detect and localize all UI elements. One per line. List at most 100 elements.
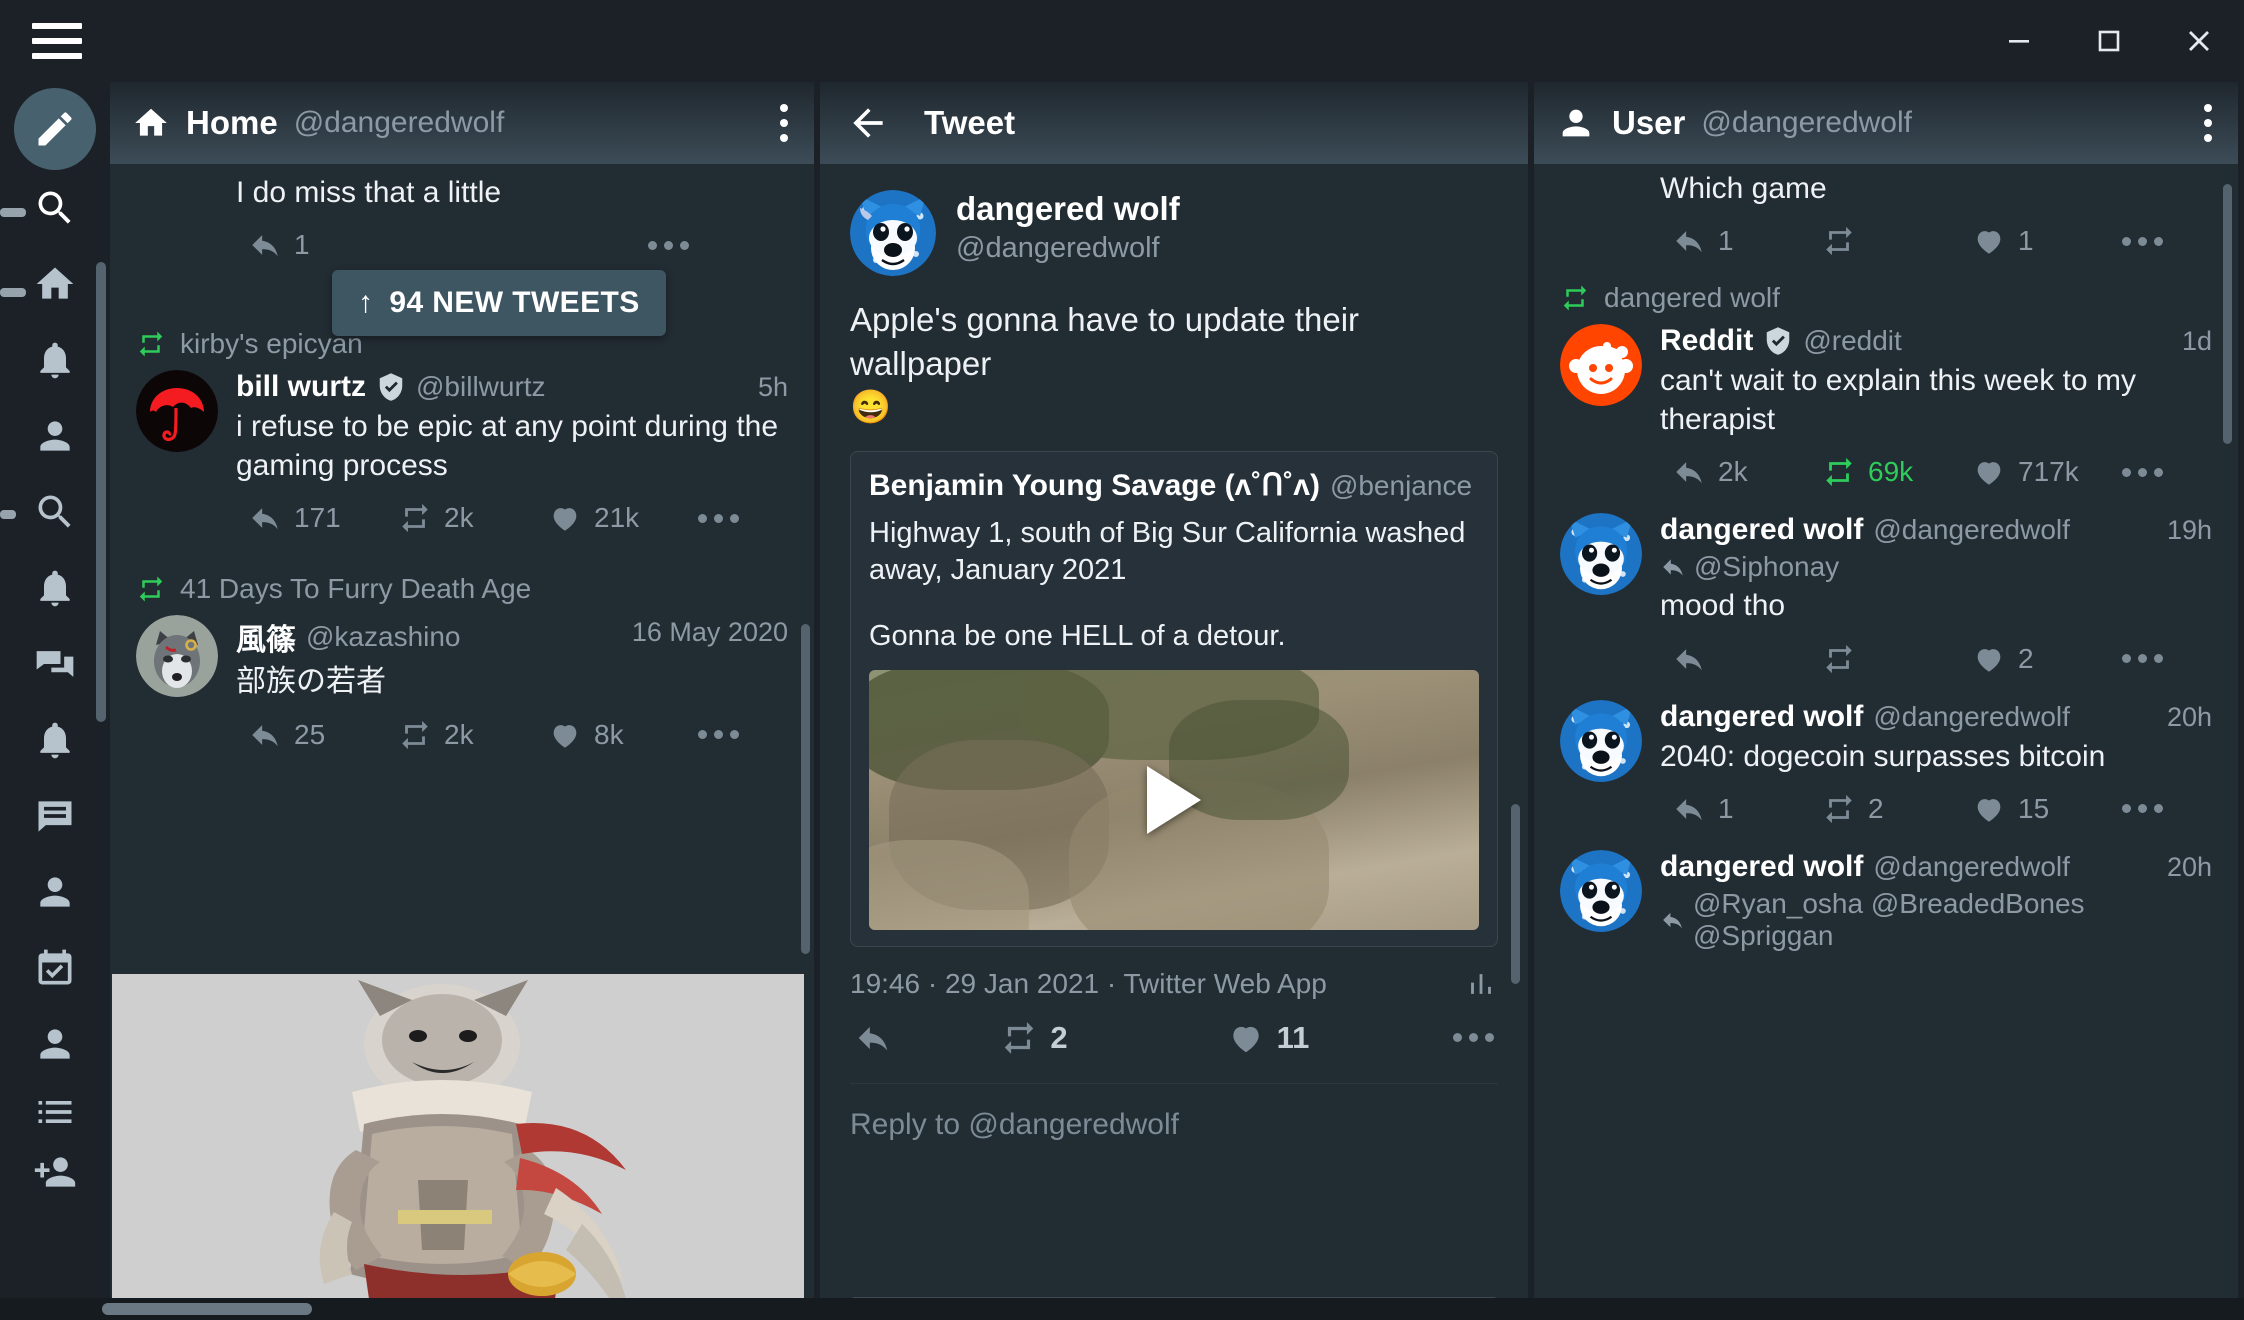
horizontal-scrollbar[interactable] <box>0 1298 2244 1320</box>
avatar[interactable] <box>136 615 218 697</box>
reply-action[interactable]: 1 <box>1672 792 1822 826</box>
quoted-tweet-video[interactable] <box>869 670 1479 930</box>
column-home-scrollbar[interactable] <box>801 624 810 954</box>
like-action[interactable]: 1 <box>1972 224 2122 258</box>
column-user-title: User <box>1612 104 1685 142</box>
sidebar-item-notifications[interactable] <box>13 322 97 398</box>
reply-action[interactable] <box>1672 642 1822 676</box>
tweet-item[interactable]: dangered wolf @dangeredwolf 20h @Ryan_os… <box>1534 836 2238 962</box>
sidebar-item-user-3[interactable] <box>13 1006 97 1082</box>
maximize-button[interactable] <box>2064 0 2154 82</box>
rail-search-button[interactable] <box>13 170 97 246</box>
tweet-text: 2040: dogecoin surpasses bitcoin <box>1660 738 2212 776</box>
like-action[interactable]: 21k <box>548 501 698 535</box>
calendar-check-icon <box>33 946 77 990</box>
like-action[interactable]: 11 <box>1227 1019 1453 1057</box>
retweet-action[interactable]: 2k <box>398 501 548 535</box>
reply-count: 171 <box>294 502 341 534</box>
tweet-item[interactable]: 41 Days To Furry Death Age <box>110 559 814 761</box>
tweet-item[interactable]: kirby's epicyan bill wurtz <box>110 314 814 545</box>
more-actions-button[interactable] <box>648 241 689 250</box>
sidebar-item-search[interactable] <box>13 474 97 550</box>
retweet-action[interactable]: 69k <box>1822 455 1972 489</box>
more-actions-button[interactable] <box>2122 468 2163 477</box>
reply-action[interactable]: 171 <box>248 501 398 535</box>
new-tweets-pill[interactable]: ↑ 94 NEW TWEETS <box>332 270 666 336</box>
reply-count: 1 <box>1718 793 1734 825</box>
column-user-scrollbar[interactable] <box>2223 184 2232 444</box>
retweet-action[interactable]: 2 <box>1000 1019 1226 1057</box>
like-action[interactable]: 717k <box>1972 455 2122 489</box>
compose-tweet-button[interactable] <box>14 88 96 170</box>
reply-action[interactable]: 2k <box>1672 455 1822 489</box>
add-column-button[interactable] <box>13 1142 97 1202</box>
reply-to-context: @Siphonay <box>1660 551 2212 583</box>
retweet-action[interactable]: 2 <box>1822 792 1972 826</box>
avatar[interactable] <box>1560 513 1642 595</box>
sidebar-item-home[interactable] <box>13 246 97 322</box>
back-arrow-icon[interactable] <box>846 101 890 145</box>
sidebar-item-notifications-2[interactable] <box>13 550 97 626</box>
more-actions-button[interactable] <box>2122 804 2163 813</box>
hamburger-icon[interactable] <box>28 16 86 66</box>
tweet-item[interactable]: dangered wolf @dangeredwolf 19h @Siphona… <box>1534 499 2238 685</box>
column-home-header[interactable]: Home @dangeredwolf <box>110 82 814 164</box>
tweet-partial-top[interactable]: Which game 1 <box>1534 164 2238 268</box>
reply-icon <box>1672 224 1706 258</box>
like-action[interactable]: 2 <box>1972 642 2122 676</box>
retweet-action[interactable]: 2k <box>398 718 548 752</box>
avatar[interactable] <box>850 190 936 276</box>
retweet-context: 41 Days To Furry Death Age <box>136 573 788 605</box>
column-tweet-body[interactable]: dangered wolf @dangeredwolf Apple's gonn… <box>820 164 1528 1320</box>
tweet-timestamp: 20h <box>2167 852 2212 883</box>
reply-action[interactable]: 1 <box>1672 224 1822 258</box>
avatar[interactable] <box>1560 324 1642 406</box>
tweet-item[interactable]: dangered wolf <box>1534 268 2238 499</box>
tweet-partial-top[interactable]: I do miss that a little 1 <box>110 164 814 272</box>
avatar[interactable] <box>1560 700 1642 782</box>
tweet-author-handle: @dangeredwolf <box>1873 851 2070 883</box>
like-action[interactable]: 8k <box>548 718 698 752</box>
tweet-author-name: Reddit <box>1660 324 1753 358</box>
column-user-header[interactable]: User @dangeredwolf <box>1534 82 2238 164</box>
sidebar-item-mentions[interactable] <box>13 778 97 854</box>
tweet-text: 部族の若者 <box>236 663 788 701</box>
tweet-author-name: dangered wolf <box>1660 700 1863 734</box>
column-user-options-button[interactable] <box>2204 104 2212 142</box>
column-tweet-scrollbar[interactable] <box>1511 804 1520 984</box>
horizontal-scrollbar-thumb[interactable] <box>102 1303 312 1315</box>
tweet-item[interactable]: dangered wolf @dangeredwolf 20h 2040: do… <box>1534 686 2238 836</box>
column-user-body[interactable]: Which game 1 <box>1534 164 2238 1320</box>
more-actions-button[interactable] <box>698 514 739 523</box>
more-actions-button[interactable] <box>1453 1033 1494 1042</box>
retweet-action[interactable] <box>1822 224 1972 258</box>
bar-chart-icon[interactable] <box>1464 967 1498 1001</box>
avatar[interactable] <box>1560 850 1642 932</box>
like-count: 2 <box>2018 643 2034 675</box>
minimize-button[interactable] <box>1974 0 2064 82</box>
verified-badge-icon <box>1763 326 1793 356</box>
tweet-media-image[interactable] <box>112 974 804 1320</box>
sidebar-item-scheduled[interactable] <box>13 930 97 1006</box>
sidebar-item-notifications-3[interactable] <box>13 702 97 778</box>
play-button[interactable] <box>1147 766 1201 834</box>
avatar[interactable] <box>136 370 218 452</box>
sidebar-item-user-2[interactable] <box>13 854 97 930</box>
more-actions-button[interactable] <box>698 730 739 739</box>
reply-action[interactable]: 25 <box>248 718 398 752</box>
column-home-options-button[interactable] <box>780 104 788 142</box>
quoted-tweet[interactable]: Benjamin Young Savage (ᴧ˚ᑎ˚ᴧ) @benjance … <box>850 451 1498 947</box>
column-home-body[interactable]: I do miss that a little 1 <box>110 164 814 1320</box>
sidebar-item-lists[interactable] <box>13 1082 97 1142</box>
reply-input[interactable]: Reply to @dangeredwolf <box>850 1083 1498 1142</box>
like-action[interactable]: 15 <box>1972 792 2122 826</box>
more-actions-button[interactable] <box>2122 654 2163 663</box>
reply-action[interactable]: 1 <box>248 228 398 262</box>
reply-action[interactable] <box>854 1019 1000 1057</box>
sidebar-item-messages[interactable] <box>13 626 97 702</box>
rail-scrollbar[interactable] <box>96 262 106 722</box>
sidebar-item-user[interactable] <box>13 398 97 474</box>
more-actions-button[interactable] <box>2122 237 2163 246</box>
close-button[interactable] <box>2154 0 2244 82</box>
retweet-action[interactable] <box>1822 642 1972 676</box>
